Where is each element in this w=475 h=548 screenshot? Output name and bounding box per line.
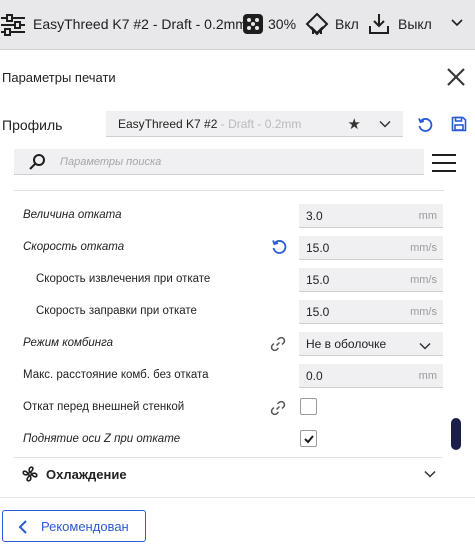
- setting-unit: mm: [418, 370, 437, 382]
- chevron-down-icon: [424, 467, 436, 485]
- reset-icon[interactable]: [416, 116, 434, 139]
- panel-header: Параметры печати: [0, 58, 475, 98]
- retraction-retract-speed-input[interactable]: 15.0 mm/s: [299, 268, 443, 292]
- topbar-profile-text: EasyThreed K7 #2 - Draft - 0.2mm: [33, 16, 247, 32]
- chevron-left-icon: [17, 520, 29, 539]
- print-setup-topbar[interactable]: EasyThreed K7 #2 - Draft - 0.2mm 30% Вкл…: [0, 0, 475, 50]
- menu-line: [432, 170, 456, 172]
- retraction-prime-speed-input[interactable]: 15.0 mm/s: [299, 300, 443, 324]
- setting-label: Поднятие оси Z при откате: [23, 433, 181, 445]
- divider: [14, 190, 444, 191]
- setting-label: Величина отката: [23, 209, 122, 221]
- topbar-adhesion-text: Выкл: [398, 16, 432, 32]
- setting-retraction-distance: Величина отката 3.0 mm: [0, 200, 460, 232]
- setting-label: Откат перед внешней стенкой: [23, 401, 185, 413]
- chevron-down-icon[interactable]: [450, 16, 464, 35]
- section-cooling[interactable]: Охлаждение: [14, 457, 442, 489]
- infill-icon: [240, 11, 266, 37]
- profile-label: Профиль: [2, 117, 63, 133]
- settings-menu-icon[interactable]: [432, 154, 456, 174]
- divider: [0, 497, 475, 498]
- profile-select[interactable]: EasyThreed K7 #2 - Draft - 0.2mm ★: [106, 111, 403, 137]
- topbar-support-text: Вкл: [335, 16, 359, 32]
- setting-retraction-prime-speed: Скорость заправки при откате 15.0 mm/s: [0, 296, 460, 328]
- profile-name: EasyThreed K7 #2 - Draft - 0.2mm: [118, 117, 301, 131]
- topbar-infill-text: 30%: [268, 16, 297, 32]
- setting-max-comb-distance: Макс. расстояние комб. без отката 0.0 mm: [0, 360, 460, 392]
- search-placeholder: Параметры поиска: [60, 156, 162, 168]
- retraction-speed-input[interactable]: 15.0 mm/s: [299, 236, 443, 260]
- z-hop-checkbox[interactable]: [300, 430, 317, 447]
- select-value: Не в оболочке: [306, 337, 387, 351]
- menu-line: [432, 162, 456, 164]
- panel-title: Параметры печати: [2, 70, 116, 85]
- profile-name-suffix: - Draft - 0.2mm: [217, 117, 302, 131]
- setting-unit: mm/s: [410, 274, 437, 286]
- setting-label: Скорость отката: [23, 241, 125, 253]
- setting-retract-before-outer-wall: Откат перед внешней стенкой: [0, 392, 460, 424]
- search-input[interactable]: Параметры поиска: [14, 149, 424, 175]
- sliders-icon: [0, 12, 26, 38]
- link-icon[interactable]: [269, 335, 287, 358]
- profile-name-main: EasyThreed K7 #2: [118, 117, 218, 131]
- setting-combing-mode: Режим комбинга Не в оболочке: [0, 328, 460, 360]
- max-comb-distance-input[interactable]: 0.0 mm: [299, 364, 443, 388]
- setting-unit: mm/s: [410, 242, 437, 254]
- retract-before-outer-wall-checkbox[interactable]: [300, 398, 317, 415]
- setting-z-hop-when-retracted: Поднятие оси Z при откате: [0, 424, 460, 456]
- close-icon[interactable]: [445, 66, 467, 88]
- setting-label: Скорость заправки при откате: [36, 305, 197, 317]
- setting-label: Режим комбинга: [23, 337, 114, 349]
- setting-unit: mm: [418, 210, 437, 222]
- setting-value: 15.0: [306, 241, 330, 255]
- setting-value: 3.0: [306, 209, 323, 223]
- retraction-distance-input[interactable]: 3.0 mm: [299, 204, 443, 228]
- scrollbar-thumb[interactable]: [451, 418, 461, 450]
- recommended-label: Рекомендован: [41, 519, 129, 534]
- setting-value: 0.0: [306, 369, 323, 383]
- combing-mode-select[interactable]: Не в оболочке: [299, 332, 443, 356]
- link-icon[interactable]: [269, 399, 287, 422]
- setting-label: Скорость извлечения при откате: [36, 273, 211, 285]
- profile-row: Профиль EasyThreed K7 #2 - Draft - 0.2mm…: [0, 108, 475, 140]
- save-icon[interactable]: [451, 116, 467, 137]
- setting-retraction-speed: Скорость отката 15.0 mm/s: [0, 232, 460, 264]
- setting-unit: mm/s: [410, 306, 437, 318]
- checkmark-icon: [304, 435, 314, 444]
- chevron-down-icon: [419, 339, 431, 357]
- chevron-down-icon: [379, 117, 391, 135]
- adhesion-icon: [366, 11, 392, 37]
- setting-value: 15.0: [306, 273, 330, 287]
- section-label: Охлаждение: [46, 467, 127, 482]
- fan-icon: [22, 466, 38, 487]
- star-icon[interactable]: ★: [348, 115, 361, 133]
- recommended-button[interactable]: Рекомендован: [2, 510, 146, 542]
- search-icon: [28, 153, 46, 176]
- support-icon: [304, 11, 330, 37]
- menu-line: [432, 154, 456, 156]
- setting-value: 15.0: [306, 305, 330, 319]
- setting-label: Макс. расстояние комб. без отката: [23, 369, 209, 381]
- reset-icon[interactable]: [270, 238, 288, 261]
- setting-retraction-retract-speed: Скорость извлечения при откате 15.0 mm/s: [0, 264, 460, 296]
